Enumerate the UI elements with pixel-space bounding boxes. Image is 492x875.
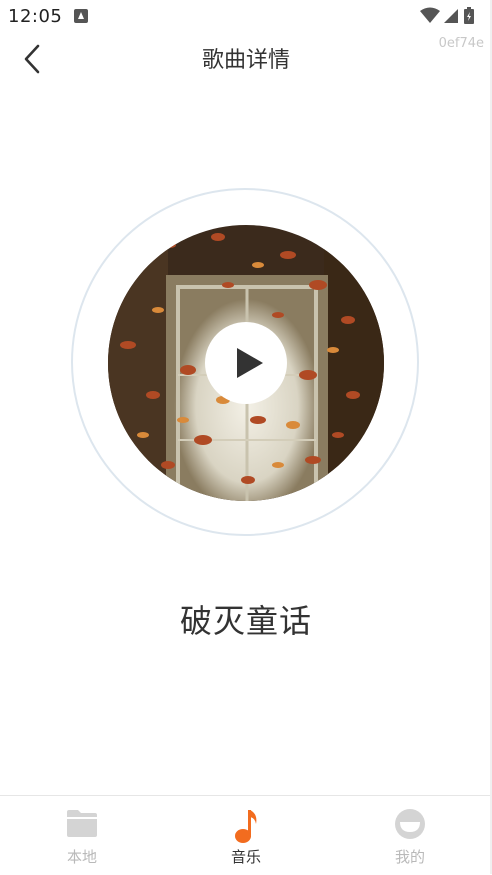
nav-item-mine[interactable]: 我的 <box>355 796 465 875</box>
page-title: 歌曲详情 <box>201 48 290 73</box>
nav-label-local: 本地 <box>66 848 97 866</box>
song-title: 破灭童话 <box>179 602 312 640</box>
nav-item-music[interactable]: 音乐 <box>191 796 301 875</box>
nav-label-music: 音乐 <box>230 848 261 866</box>
folder-icon <box>67 810 97 837</box>
status-icons <box>418 6 482 26</box>
status-bar: 12:05 <box>0 0 492 32</box>
music-note-icon <box>235 810 257 843</box>
status-time: 12:05 <box>8 6 63 27</box>
profile-icon <box>395 809 425 839</box>
text-a-icon <box>74 9 88 23</box>
nav-item-local[interactable]: 本地 <box>27 796 137 875</box>
play-button[interactable] <box>205 322 287 404</box>
bottom-nav: 本地 音乐 我的 <box>0 795 492 875</box>
nav-label-mine: 我的 <box>394 848 425 866</box>
header: 歌曲详情 <box>0 32 492 84</box>
battery-charging-icon <box>464 7 474 24</box>
wifi-icon <box>420 7 440 23</box>
cell-signal-icon <box>444 9 458 23</box>
play-icon <box>237 348 263 378</box>
